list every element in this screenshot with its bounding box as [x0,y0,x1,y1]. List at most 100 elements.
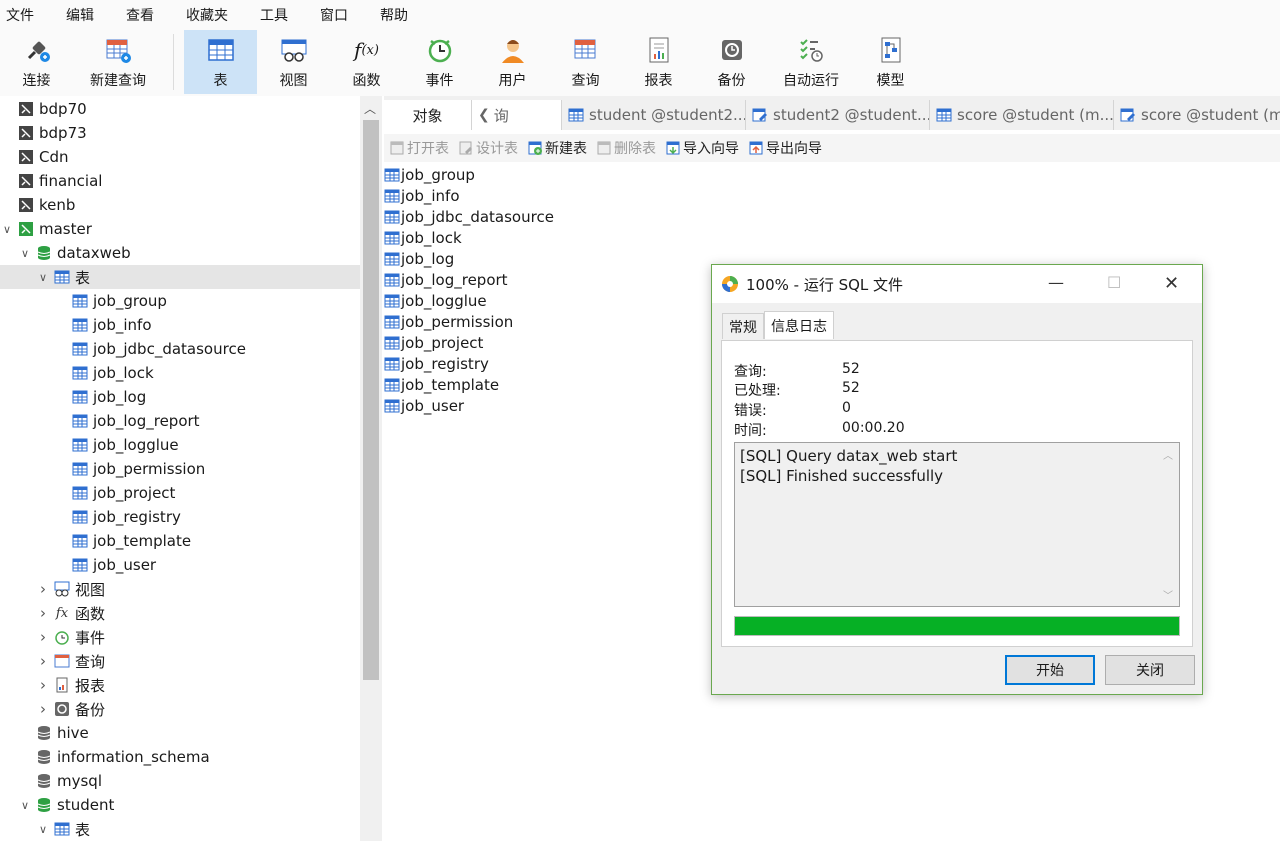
minimize-icon[interactable]: — [1048,273,1064,292]
expand-chevron-right-icon[interactable]: › [36,580,50,598]
menu-favorites[interactable]: 收藏夹 [186,5,228,25]
tab-general[interactable]: 常规 [722,313,764,339]
object-list-item[interactable]: job_lock [384,227,554,248]
tree-table-item[interactable]: job_log [0,385,360,409]
tree-connection[interactable]: bdp70 [0,97,360,121]
expand-chevron-right-icon[interactable]: › [36,700,50,718]
tree-table-item[interactable]: job_log_report [0,409,360,433]
object-list-label: job_jdbc_datasource [401,207,554,226]
expand-chevron-right-icon[interactable]: › [36,676,50,694]
tree-group-item[interactable]: › 查询 [0,649,360,673]
new-query-button[interactable]: 新建查询 [73,30,163,94]
tab-score-table[interactable]: score @student (m... [930,100,1114,130]
function-button[interactable]: f (x) 函数 [330,30,403,94]
tree-table-item[interactable]: job_info [0,313,360,337]
log-output[interactable]: [SQL] Query datax_web start [SQL] Finish… [734,442,1180,607]
scroll-up-arrow-icon[interactable]: ︿ [1163,447,1173,462]
delete-table-button[interactable]: 删除表 [597,138,656,158]
report-button[interactable]: 报表 [622,30,695,94]
tree-table-item[interactable]: job_jdbc_datasource [0,337,360,361]
object-list-item[interactable]: job_jdbc_datasource [384,206,554,227]
scroll-up-arrow-icon[interactable]: ︿ [364,100,376,117]
menu-view[interactable]: 查看 [126,5,154,25]
open-table-button[interactable]: 打开表 [390,138,449,158]
expand-chevron-down-icon[interactable]: ∨ [36,271,50,284]
close-button[interactable]: 关闭 [1105,655,1195,685]
tree-database-student[interactable]: ∨ student [0,793,360,817]
object-list-item[interactable]: job_log_report [384,269,554,290]
menu-edit[interactable]: 编辑 [66,5,94,25]
object-list-item[interactable]: job_logglue [384,290,554,311]
tree-group-item[interactable]: › 事件 [0,625,360,649]
tree-table-item[interactable]: job_user [0,553,360,577]
new-table-button[interactable]: 新建表 [528,138,587,158]
expand-chevron-down-icon[interactable]: ∨ [18,247,32,260]
tab-student2-design[interactable]: student2 @student... [746,100,930,130]
import-wizard-button[interactable]: 导入向导 [666,138,739,158]
expand-chevron-right-icon[interactable]: › [36,604,50,622]
tree-database[interactable]: mysql [0,769,360,793]
expand-chevron-down-icon[interactable]: ∨ [36,823,50,836]
scroll-down-arrow-icon[interactable]: ﹀ [1163,587,1173,602]
tree-group-item[interactable]: › 备份 [0,697,360,721]
model-button[interactable]: 模型 [854,30,927,94]
tree-tables-folder[interactable]: ∨ 表 [0,265,360,289]
tree-table-item[interactable]: job_template [0,529,360,553]
tree-table-item[interactable]: job_group [0,289,360,313]
object-list-item[interactable]: job_registry [384,353,554,374]
export-wizard-button[interactable]: 导出向导 [749,138,822,158]
expand-chevron-down-icon[interactable]: ∨ [18,799,32,812]
tree-database[interactable]: information_schema [0,745,360,769]
dialog-titlebar[interactable]: 100% - 运行 SQL 文件 [712,265,1202,303]
tree-table-item[interactable]: job_logglue [0,433,360,457]
design-table-button[interactable]: 设计表 [459,138,518,158]
view-button[interactable]: 视图 [257,30,330,94]
tab-objects[interactable]: 对象 [384,100,472,130]
tab-query-partial[interactable]: ❮ 询 [472,100,562,130]
tree-connection[interactable]: financial [0,169,360,193]
chevron-left-icon[interactable]: ❮ [478,107,490,123]
tree-table-item[interactable]: job_permission [0,457,360,481]
query-button[interactable]: 查询 [549,30,622,94]
tree-table-item[interactable]: job_project [0,481,360,505]
menu-file[interactable]: 文件 [6,5,34,25]
object-list-item[interactable]: job_template [384,374,554,395]
expand-chevron-right-icon[interactable]: › [36,652,50,670]
event-button[interactable]: 事件 [403,30,476,94]
menu-tools[interactable]: 工具 [260,5,288,25]
tree-group-item[interactable]: › 报表 [0,673,360,697]
tree-scrollbar-thumb[interactable] [363,120,379,680]
tree-connection[interactable]: kenb [0,193,360,217]
expand-chevron-right-icon[interactable]: › [36,628,50,646]
tab-score-design[interactable]: score @student (m... [1114,100,1280,130]
object-list-item[interactable]: job_project [384,332,554,353]
tree-database-dataxweb[interactable]: ∨ dataxweb [0,241,360,265]
object-list-item[interactable]: job_user [384,395,554,416]
connect-button[interactable]: 连接 [0,30,73,94]
tree-connection[interactable]: ∨ master [0,217,360,241]
menu-help[interactable]: 帮助 [380,5,408,25]
table-button[interactable]: 表 [184,30,257,94]
object-list-item[interactable]: job_group [384,164,554,185]
auto-run-button[interactable]: 自动运行 [768,30,854,94]
tree-connection[interactable]: bdp73 [0,121,360,145]
tree-table-item[interactable]: job_lock [0,361,360,385]
tree-group-item[interactable]: › 视图 [0,577,360,601]
object-list-item[interactable]: job_permission [384,311,554,332]
tab-student-table[interactable]: student @student2... [562,100,746,130]
menu-window[interactable]: 窗口 [320,5,348,25]
tree-connection[interactable]: Cdn [0,145,360,169]
tree-database[interactable]: hive [0,721,360,745]
tree-table-item[interactable]: job_registry [0,505,360,529]
user-button[interactable]: 用户 [476,30,549,94]
table-label: 表 [213,73,228,89]
expand-chevron-down-icon[interactable]: ∨ [0,223,14,236]
backup-button[interactable]: 备份 [695,30,768,94]
object-list-item[interactable]: job_info [384,185,554,206]
object-list-item[interactable]: job_log [384,248,554,269]
tab-info-log[interactable]: 信息日志 [764,311,834,339]
tree-tables-folder[interactable]: ∨ 表 [0,817,360,841]
start-button[interactable]: 开始 [1005,655,1095,685]
tree-group-item[interactable]: › fx 函数 [0,601,360,625]
close-icon[interactable]: ✕ [1164,273,1179,294]
